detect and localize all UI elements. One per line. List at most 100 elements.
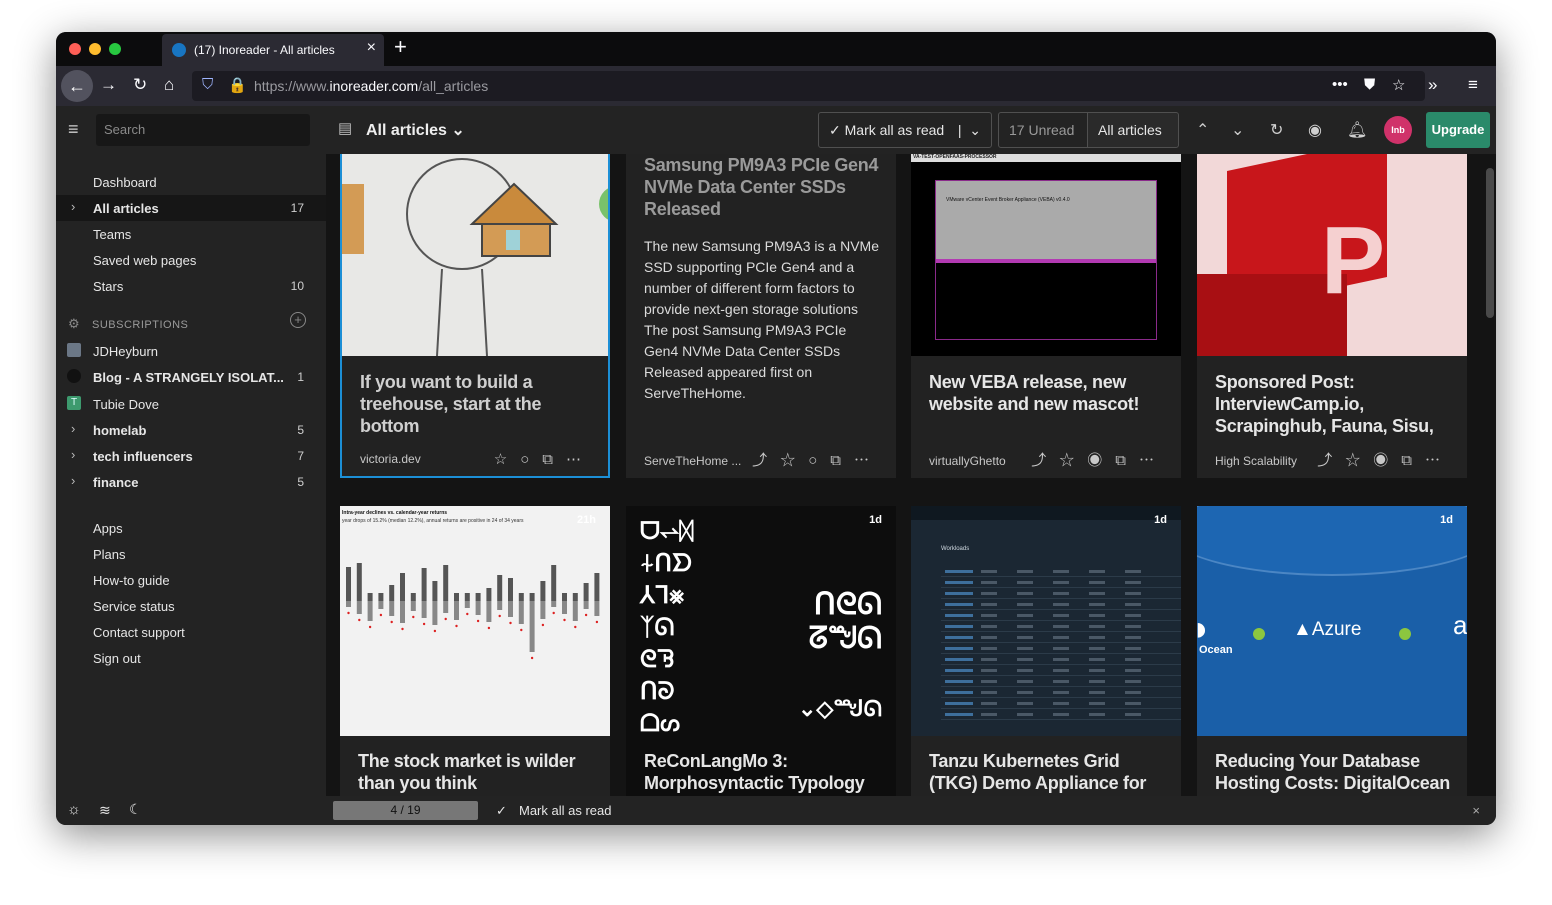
chevron-right-icon[interactable]: ›: [71, 447, 75, 462]
feed-blog[interactable]: Blog - A STRANGELY ISOLAT... 1: [56, 364, 326, 390]
open-external-icon[interactable]: ⧉: [542, 451, 566, 468]
star-icon[interactable]: ☆: [780, 452, 808, 469]
article-card[interactable]: Samsung PM9A3 PCIe Gen4 NVMe Data Center…: [626, 154, 896, 478]
more-icon[interactable]: ⋯: [566, 451, 594, 468]
search-input[interactable]: Search: [96, 114, 310, 146]
view-title-dropdown[interactable]: All articles ⌄: [366, 120, 465, 140]
lock-icon[interactable]: 🔒: [228, 76, 247, 94]
feed-jdheyburn[interactable]: JDHeyburn: [56, 338, 326, 364]
link-service-status[interactable]: Service status: [56, 593, 326, 619]
dark-theme-icon[interactable]: ☾: [129, 801, 142, 818]
url-bar[interactable]: ⛉ 🔒 https://www.inoreader.com/all_articl…: [192, 71, 1425, 101]
article-title[interactable]: New VEBA release, new website and new ma…: [929, 371, 1169, 415]
hamburger-menu-icon[interactable]: ≡: [1468, 75, 1478, 95]
star-icon[interactable]: ☆: [494, 451, 520, 468]
article-card[interactable]: ◗ Ocean ▲Azure a 1d Reducing Your Databa…: [1197, 506, 1467, 796]
tracking-shield-icon[interactable]: ⛉: [202, 76, 213, 93]
chevron-down-icon[interactable]: | ⌄: [958, 122, 981, 139]
more-icon[interactable]: ⋯: [854, 452, 882, 469]
minimize-window-button[interactable]: [89, 43, 101, 55]
chevron-right-icon[interactable]: ›: [71, 199, 75, 214]
sidebar-item-teams[interactable]: Teams: [56, 221, 326, 247]
link-sign-out[interactable]: Sign out: [56, 645, 326, 671]
read-toggle-icon[interactable]: ○: [808, 452, 830, 469]
read-toggle-icon[interactable]: ◉: [1087, 452, 1115, 469]
sidebar-item-saved-web-pages[interactable]: Saved web pages: [56, 247, 326, 273]
bookmark-star-icon[interactable]: ☆: [1392, 76, 1405, 94]
scrollbar[interactable]: [1486, 168, 1494, 318]
article-title[interactable]: Reducing Your Database Hosting Costs: Di…: [1215, 750, 1455, 794]
reload-icon[interactable]: ↻: [133, 75, 147, 95]
star-icon[interactable]: ☆: [1059, 452, 1087, 469]
read-toggle-icon[interactable]: ○: [520, 451, 542, 468]
add-subscription-icon[interactable]: +: [290, 312, 306, 328]
link-plans[interactable]: Plans: [56, 541, 326, 567]
more-icon[interactable]: ⋯: [1139, 452, 1167, 469]
chevron-right-icon[interactable]: ›: [71, 421, 75, 436]
link-contact-support[interactable]: Contact support: [56, 619, 326, 645]
article-title[interactable]: If you want to build a treehouse, start …: [360, 371, 600, 437]
chevron-right-icon[interactable]: ›: [71, 473, 75, 488]
article-card[interactable]: ᗜ⥋ᛞ ⍭ᑎᗤ ⅄ᒣ⨳ ᛉᘏ ᘓᘋ ᑎᘐ ᗝᔕ ᑎᘓᘏ ᘔᙳᘏ ⌄◇ᙳᘏ 1d ReConLan…: [626, 506, 896, 796]
avatar[interactable]: Inb: [1384, 116, 1412, 144]
open-external-icon[interactable]: ⧉: [1401, 452, 1425, 469]
checkmark-icon[interactable]: ✓: [496, 803, 507, 819]
unread-filter-button[interactable]: 17 Unread: [998, 112, 1088, 148]
trending-icon[interactable]: ⤴: [752, 452, 780, 469]
maximize-window-button[interactable]: [109, 43, 121, 55]
article-source[interactable]: victoria.dev: [360, 452, 421, 466]
folder-finance[interactable]: › finance 5: [56, 469, 326, 495]
chevron-down-nav-icon[interactable]: ⌄: [1231, 120, 1244, 140]
article-title[interactable]: The stock market is wilder than you thin…: [358, 750, 598, 794]
page-actions-icon[interactable]: •••: [1332, 76, 1348, 93]
article-source[interactable]: High Scalability: [1215, 454, 1297, 468]
article-card[interactable]: VA-TEST-OPENFAAS-PROCESSOR VMware vCente…: [911, 154, 1181, 478]
more-icon[interactable]: ⋯: [1425, 452, 1453, 469]
sidebar-item-dashboard[interactable]: Dashboard: [56, 169, 326, 195]
link-apps[interactable]: Apps: [56, 515, 326, 541]
new-tab-icon[interactable]: +: [394, 34, 407, 60]
article-source[interactable]: ServeTheHome ...: [644, 454, 741, 468]
article-card[interactable]: Workloads 1d Tanzu Kubernetes Grid (TKG)…: [911, 506, 1181, 796]
close-window-button[interactable]: [69, 43, 81, 55]
url-text[interactable]: https://www.inoreader.com/all_articles: [254, 78, 488, 94]
trending-icon[interactable]: ⤴: [1317, 452, 1345, 469]
browser-tab[interactable]: (17) Inoreader - All articles ×: [162, 34, 384, 66]
article-card[interactable]: If you want to build a treehouse, start …: [340, 154, 610, 478]
chevron-up-icon[interactable]: ⌃: [1196, 120, 1209, 140]
back-icon[interactable]: ←: [61, 70, 93, 102]
light-theme-icon[interactable]: ☼: [67, 801, 81, 818]
sidebar-item-all-articles[interactable]: › All articles 17: [56, 195, 326, 221]
article-title[interactable]: Tanzu Kubernetes Grid (TKG) Demo Applian…: [929, 750, 1169, 796]
all-articles-filter-button[interactable]: All articles: [1087, 112, 1179, 148]
open-external-icon[interactable]: ⧉: [1115, 452, 1139, 469]
sidebar-item-stars[interactable]: Stars 10: [56, 273, 326, 299]
feed-tubie-dove[interactable]: T Tubie Dove: [56, 391, 326, 417]
wave-theme-icon[interactable]: ≋: [99, 802, 111, 819]
trending-icon[interactable]: ⤴: [1031, 452, 1059, 469]
folder-tech-influencers[interactable]: › tech influencers 7: [56, 443, 326, 469]
link-how-to-guide[interactable]: How-to guide: [56, 567, 326, 593]
upgrade-button[interactable]: Upgrade: [1426, 112, 1490, 148]
article-title[interactable]: Samsung PM9A3 PCIe Gen4 NVMe Data Center…: [644, 154, 884, 220]
folder-homelab[interactable]: › homelab 5: [56, 417, 326, 443]
article-title[interactable]: Sponsored Post: InterviewCamp.io, Scrapi…: [1215, 371, 1455, 437]
statusbar-mark-all-read[interactable]: Mark all as read: [519, 803, 611, 818]
overflow-menu-icon[interactable]: »: [1428, 75, 1437, 95]
article-source[interactable]: virtuallyGhetto: [929, 454, 1006, 468]
bell-icon[interactable]: 🔔︎: [1347, 120, 1367, 140]
menu-icon[interactable]: ≡: [68, 119, 79, 140]
forward-icon[interactable]: →: [100, 75, 117, 95]
close-tab-icon[interactable]: ×: [367, 39, 376, 57]
article-card[interactable]: Intra-year declines vs. calendar-year re…: [340, 506, 610, 796]
open-external-icon[interactable]: ⧉: [830, 452, 854, 469]
pocket-icon[interactable]: ⛊: [1364, 76, 1375, 93]
mark-all-read-button[interactable]: ✓ Mark all as read | ⌄: [818, 112, 992, 148]
star-icon[interactable]: ☆: [1345, 452, 1373, 469]
eye-icon[interactable]: ◉: [1308, 120, 1322, 140]
home-icon[interactable]: ⌂: [164, 75, 174, 95]
article-title[interactable]: ReConLangMo 3: Morphosyntactic Typology: [644, 750, 884, 794]
refresh-icon[interactable]: ↻: [1270, 120, 1283, 140]
article-card[interactable]: P Sponsored Post: InterviewCamp.io, Scra…: [1197, 154, 1467, 478]
close-icon[interactable]: ×: [1472, 803, 1480, 818]
